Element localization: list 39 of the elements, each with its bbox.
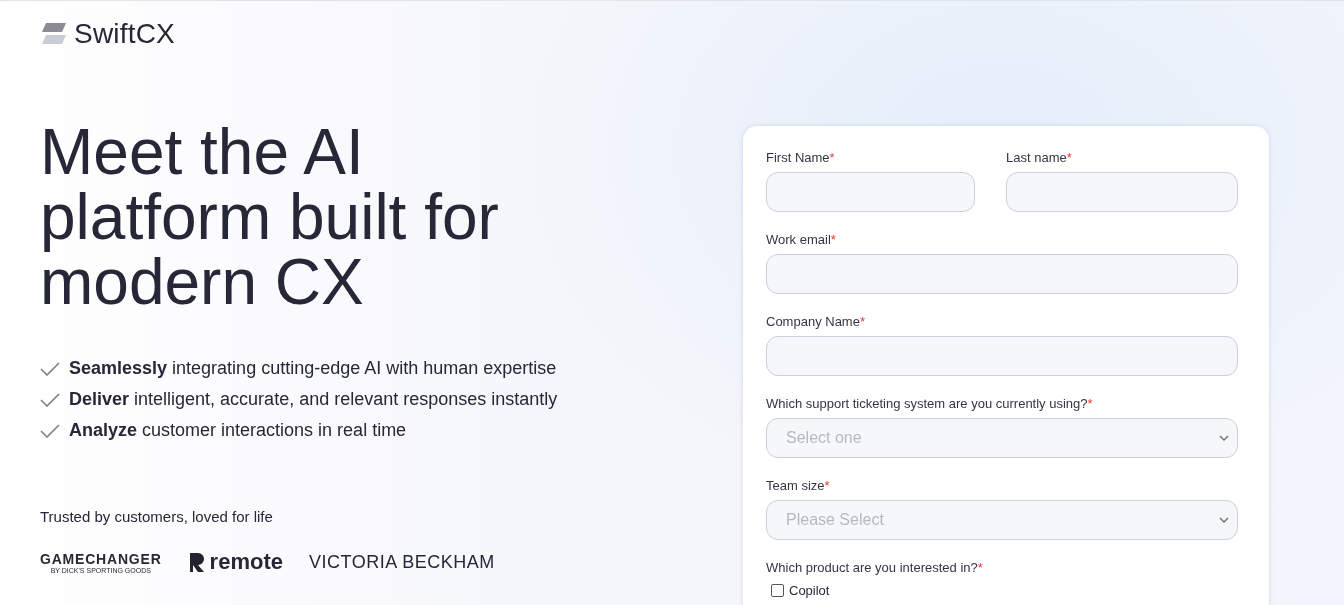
input-field[interactable] (1006, 172, 1238, 212)
field-label: Which product are you interested in? (766, 560, 978, 575)
required-mark: * (829, 150, 835, 165)
field-label: Work email (766, 232, 831, 247)
select-field[interactable]: Please Select (766, 500, 1238, 540)
bullet-text: Deliver intelligent, accurate, and relevant responses instantly (69, 388, 558, 411)
option-label: Copilot (789, 583, 830, 598)
chevron-icon (1219, 517, 1229, 523)
trust-caption: Trusted by customers, loved for life (40, 508, 274, 525)
input-field[interactable] (766, 172, 975, 212)
customer-logo: VICTORIA BECKHAM (308, 551, 495, 573)
headline: Meet the AI (40, 120, 365, 185)
check-icon (40, 392, 60, 407)
required-mark: * (1087, 396, 1093, 411)
field-label: Which support ticketing system are you currently using? (766, 396, 1088, 411)
required-mark: * (859, 314, 865, 329)
bullet-text: Analyze customer interactions in real time (69, 419, 407, 442)
input-field[interactable] (766, 254, 1238, 294)
check-icon (40, 361, 60, 376)
customer-logo: remote (209, 549, 283, 575)
required-mark: * (824, 478, 830, 493)
required-mark: * (1066, 150, 1072, 165)
field-label: Team size (766, 478, 825, 493)
bullet-text: Seamlessly integrating cutting-edge AI with human expertise (69, 357, 557, 380)
input-field[interactable] (766, 336, 1238, 376)
field-label: Company Name (766, 314, 860, 329)
check-icon (40, 423, 60, 438)
field-label: First Name (766, 150, 830, 165)
brand-name: SwiftCX (74, 18, 175, 50)
letter-mark-icon (187, 551, 206, 573)
checkbox[interactable] (771, 584, 784, 597)
headline: platform built for (40, 185, 500, 250)
customer-logo: GAMECHANGER (40, 550, 162, 567)
field-label: Last name (1006, 150, 1067, 165)
required-mark: * (977, 560, 983, 575)
chevron-icon (1219, 435, 1229, 441)
logo-icon (40, 23, 68, 45)
select-field[interactable]: Select one (766, 418, 1238, 458)
required-mark: * (830, 232, 836, 247)
